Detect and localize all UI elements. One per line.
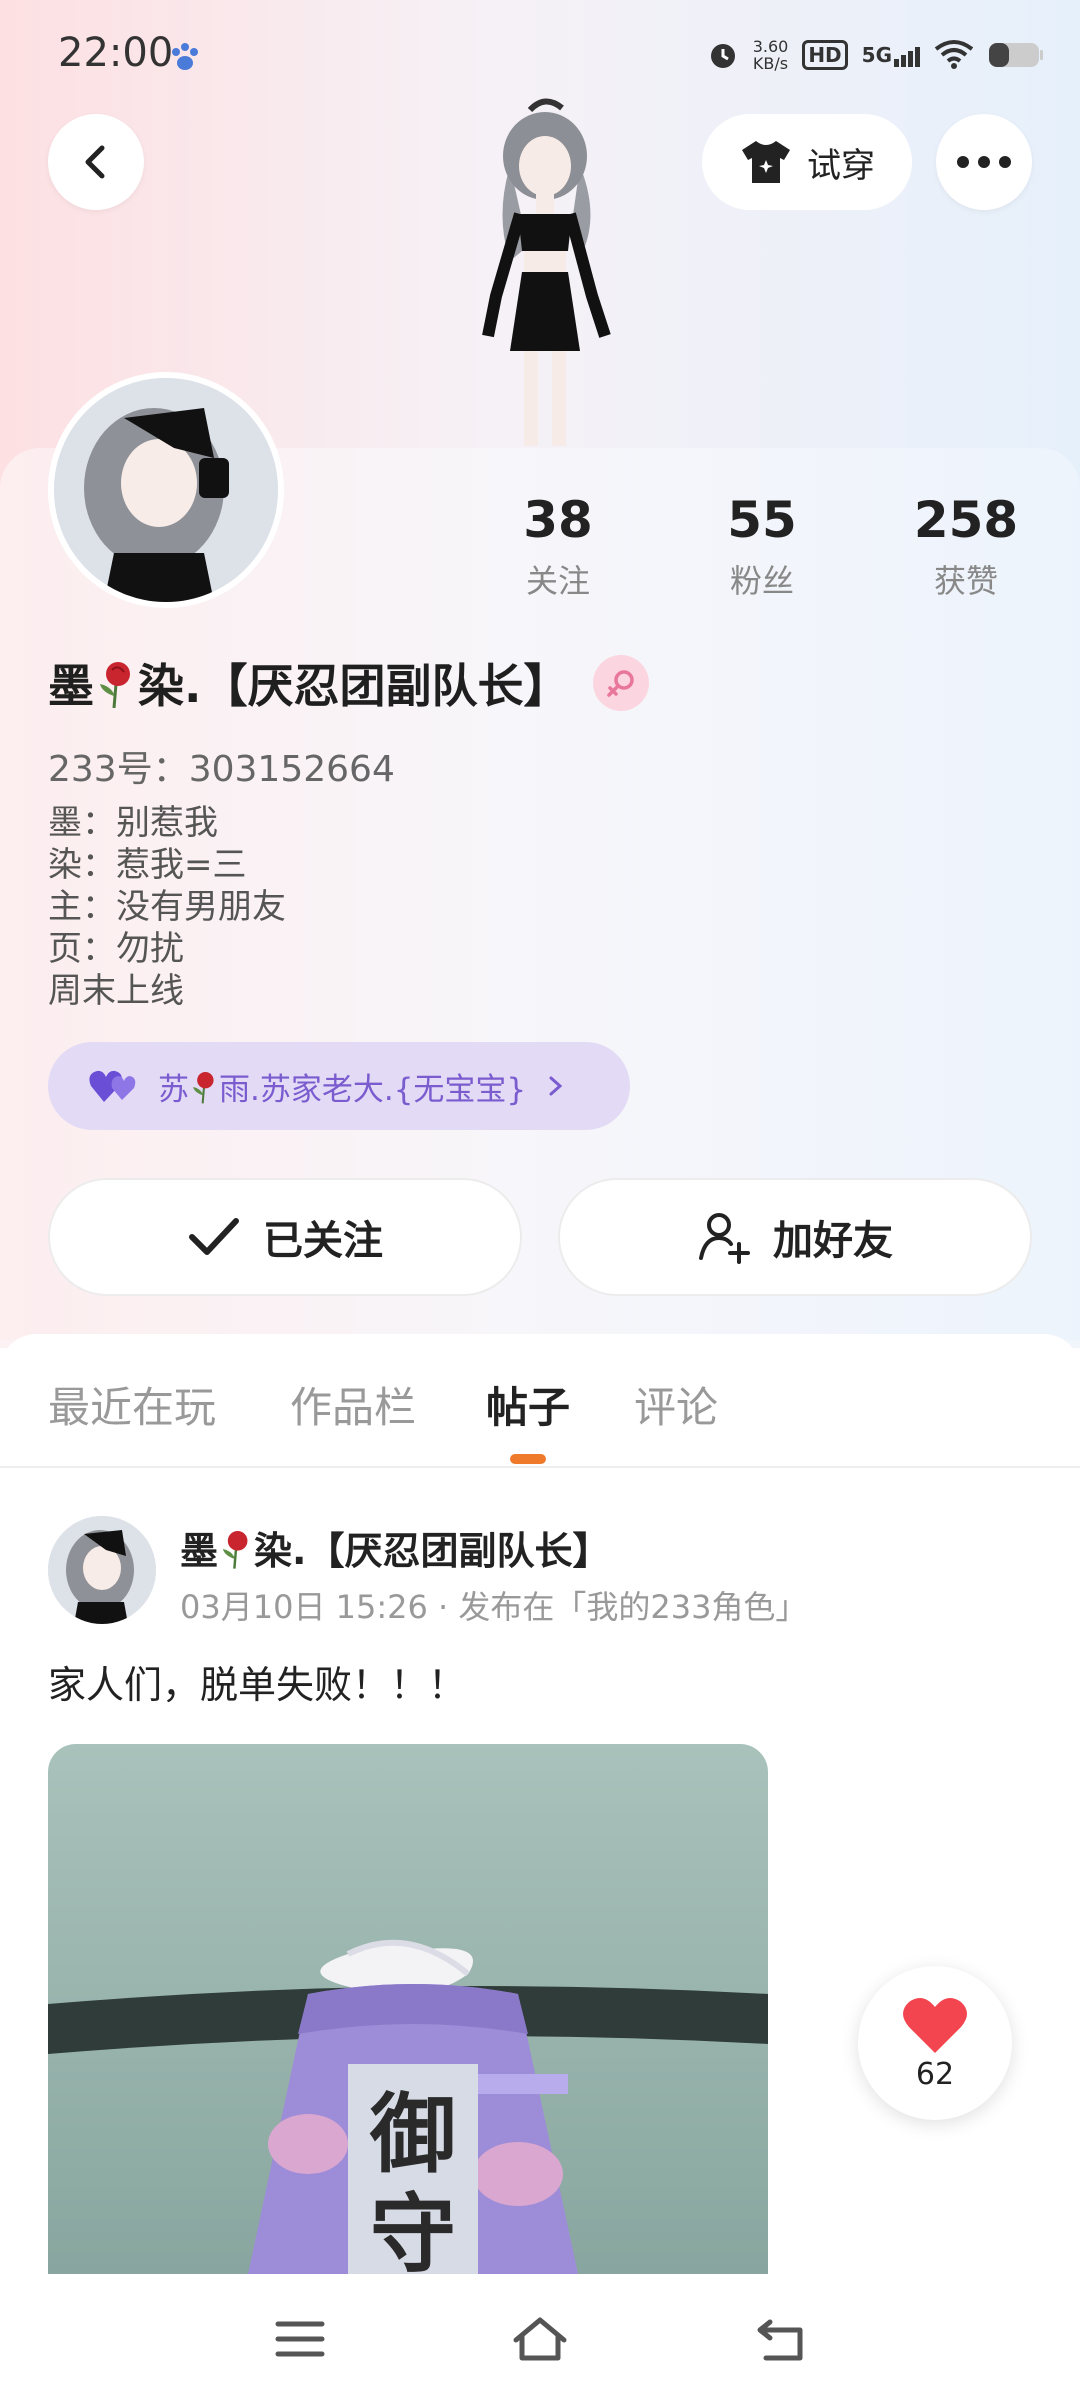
stat-likes[interactable]: 258 获赞 [886, 490, 1046, 602]
omamori-char: 守 [370, 2185, 456, 2274]
bio-line: 染：惹我=三 [48, 845, 247, 885]
user-id: 233号：303152664 [48, 749, 395, 790]
heart-icon [903, 1997, 967, 2053]
tab-recent-games[interactable]: 最近在玩 [48, 1374, 216, 1435]
like-count: 62 [915, 2056, 955, 2092]
stat-fans[interactable]: 55 粉丝 [682, 490, 842, 602]
avatar-image [54, 378, 278, 602]
tab-divider [0, 1466, 1080, 1468]
stat-value: 55 [727, 491, 797, 549]
paw-icon [172, 43, 198, 70]
add-friend-button[interactable]: 加好友 [558, 1178, 1032, 1296]
tab-posts[interactable]: 帖子 [486, 1374, 570, 1435]
cell-signal-icon: 5G [862, 43, 920, 67]
battery-icon [989, 43, 1043, 67]
username: 墨 染.【厌忍团副队长】 [48, 650, 569, 716]
home-icon[interactable] [512, 2314, 568, 2364]
omamori-char: 御 [369, 2085, 456, 2185]
rose-icon [100, 662, 130, 709]
tab-comments[interactable]: 评论 [634, 1374, 718, 1435]
system-nav-bar [0, 2274, 1080, 2400]
add-user-icon [699, 1213, 750, 1264]
net-speed-value: 3.60 [752, 37, 789, 56]
partner-name: 苏 雨.苏家老大.{无宝宝} [158, 1064, 526, 1109]
try-on-label: 试穿 [807, 145, 875, 186]
stat-following[interactable]: 38 关注 [478, 490, 638, 602]
bio-line: 主：没有男朋友 [48, 887, 286, 927]
bio-line: 墨：别惹我 [48, 803, 218, 843]
post-author-avatar[interactable] [48, 1516, 156, 1624]
stat-label: 关注 [525, 562, 590, 600]
female-gender-badge [593, 655, 650, 711]
rose-icon [222, 1531, 248, 1569]
post-image[interactable]: 御 守 [48, 1744, 768, 2274]
like-button[interactable]: 62 [858, 1966, 1012, 2120]
tab-works[interactable]: 作品栏 [290, 1374, 416, 1435]
post-text[interactable]: 家人们，脱单失败！！！ [48, 1654, 466, 1709]
bio-line: 页：勿扰 [48, 929, 184, 969]
stat-value: 38 [523, 491, 593, 549]
stat-value: 258 [913, 491, 1019, 549]
username-prefix: 墨 [48, 659, 94, 713]
partner-name-suffix: 雨.苏家老大.{无宝宝} [219, 1071, 527, 1108]
character-figure [482, 98, 611, 446]
status-time: 22:00 [58, 30, 174, 76]
post-author-name[interactable]: 墨 染.【厌忍团副队长】 [180, 1520, 610, 1575]
chevron-left-icon [85, 145, 105, 179]
followed-button[interactable]: 已关注 [48, 1178, 522, 1296]
omamori-photo: 御 守 [48, 1744, 768, 2274]
partner-link[interactable]: 苏 雨.苏家老大.{无宝宝} [48, 1042, 630, 1130]
profile-avatar[interactable] [48, 372, 284, 608]
followed-label: 已关注 [263, 1218, 383, 1264]
network-type: 5G [861, 43, 892, 67]
status-icons: 3.60 KB/s HD 5G [707, 38, 1044, 72]
back-button[interactable] [48, 114, 144, 210]
post-author-prefix: 墨 [180, 1529, 219, 1573]
profile-tabs: 最近在玩 作品栏 帖子 评论 [0, 1334, 1080, 1468]
menu-icon[interactable] [272, 2314, 328, 2364]
tshirt-icon [742, 141, 790, 183]
bio: 墨：别惹我 染：惹我=三 主：没有男朋友 页：勿扰 周末上线 [48, 802, 286, 1012]
username-suffix: 染.【厌忍团副队长】 [138, 659, 570, 713]
double-heart-icon [89, 1070, 136, 1102]
bio-line: 周末上线 [48, 971, 184, 1011]
alarm-icon [710, 44, 735, 68]
username-row: 墨 染.【厌忍团副队长】 [48, 650, 650, 716]
rose-icon [193, 1071, 214, 1103]
partner-name-prefix: 苏 [158, 1071, 189, 1108]
female-icon [607, 670, 635, 697]
back-nav-icon[interactable] [752, 2314, 808, 2364]
net-speed: 3.60 KB/s [753, 38, 789, 72]
stat-label: 获赞 [933, 562, 998, 600]
hd-indicator: HD [802, 40, 848, 70]
more-dots-icon [957, 156, 1011, 168]
post-author-suffix: 染.【厌忍团副队长】 [254, 1529, 611, 1573]
more-options-button[interactable] [936, 114, 1032, 210]
stat-label: 粉丝 [729, 562, 794, 600]
wifi-icon [934, 40, 974, 69]
net-speed-unit: KB/s [752, 54, 789, 73]
chevron-right-icon [549, 1076, 563, 1096]
add-friend-label: 加好友 [773, 1218, 893, 1264]
check-icon [189, 1218, 239, 1255]
post-meta: 03月10日 15:26 · 发布在「我的233角色」 [180, 1588, 808, 1626]
avatar-image [48, 1516, 156, 1624]
active-tab-indicator [510, 1454, 546, 1464]
try-on-button[interactable]: 试穿 [702, 114, 912, 210]
